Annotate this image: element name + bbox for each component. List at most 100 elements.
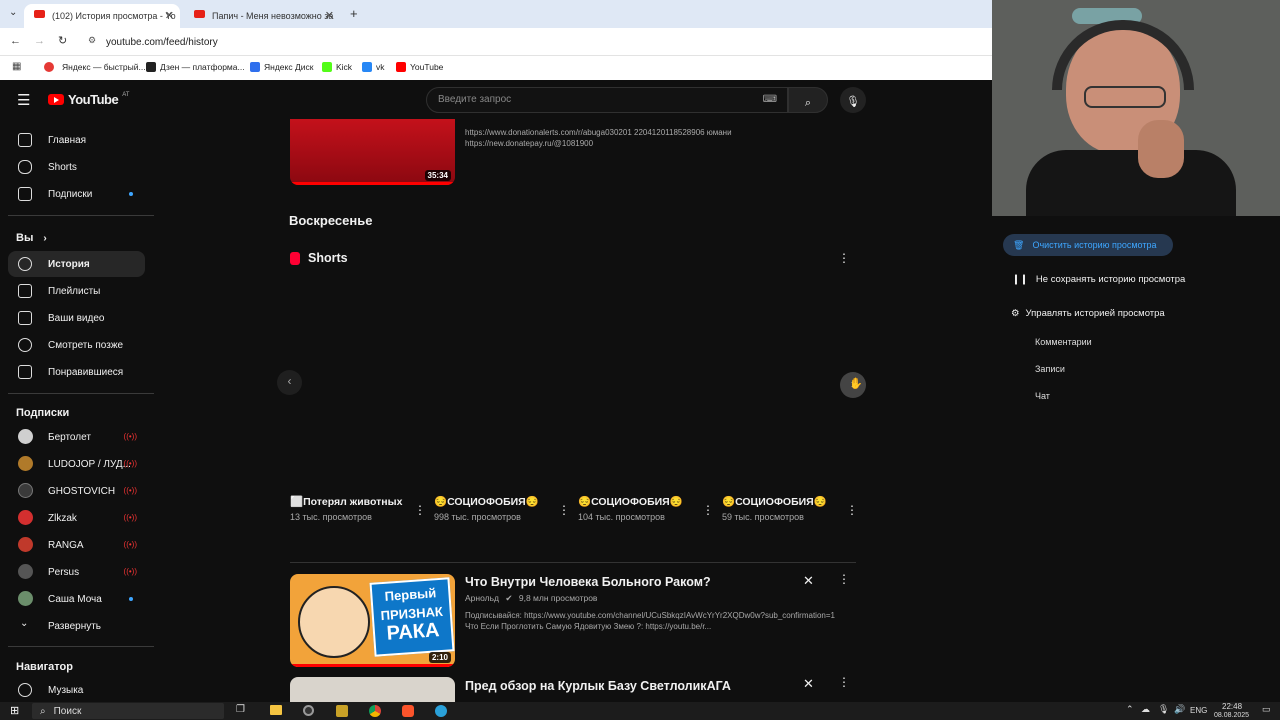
live-icon: ((•)) (123, 540, 137, 549)
shelf-prev-button[interactable]: ‹ (277, 370, 302, 395)
bookmark-label: YouTube (410, 62, 444, 72)
new-tab-button[interactable]: + (350, 6, 358, 21)
clock-date[interactable]: 08.08.2025 (1214, 712, 1249, 720)
url-field[interactable]: ⚙ youtube.com/feed/history (80, 31, 980, 53)
manage-history-button[interactable]: ⚙ Управлять историей просмотра (1011, 308, 1165, 319)
short-card[interactable]: 😔СОЦИОФОБИЯ😔 998 тыс. просмотров (434, 495, 570, 522)
sidebar-item-label: Главная (48, 134, 87, 146)
telegram-icon[interactable] (435, 705, 447, 717)
bookmark-label: vk (376, 62, 385, 72)
clock-time[interactable]: 22:48 (1222, 702, 1242, 711)
view-count: 9,8 млн просмотров (518, 593, 598, 603)
sidebar-item-label: Смотреть позже (48, 339, 124, 351)
site-info-icon[interactable]: ⚙ (88, 35, 96, 46)
history-link-comments[interactable]: Комментарии (1035, 337, 1092, 347)
section-divider (290, 562, 856, 563)
bookmark-kick[interactable]: Kick (322, 62, 352, 72)
sidebar-item-watch-later[interactable]: Смотреть позже (8, 332, 145, 358)
brave-icon[interactable] (402, 705, 414, 717)
notifications-icon[interactable]: ▭ (1262, 704, 1271, 715)
sidebar-item-your-videos[interactable]: Ваши видео (8, 305, 145, 331)
youtube-logo-icon (48, 94, 64, 105)
back-icon[interactable]: ← (10, 35, 21, 47)
tab-list-chevron-icon[interactable]: ⌄ (9, 7, 17, 18)
sidebar-expand-button[interactable]: ⌄ Развернуть (8, 613, 145, 639)
close-icon[interactable]: ✕ (325, 9, 334, 22)
windows-start-icon[interactable]: ⊞ (10, 704, 19, 717)
sidebar-item-subscriptions[interactable]: Подписки (8, 181, 145, 207)
sidebar-sub-ghostovich[interactable]: GHOSTOVICH ((•)) (8, 478, 145, 504)
youtube-logo-text: YouTube (68, 92, 119, 107)
sidebar-item-history[interactable]: История (8, 251, 145, 277)
search-icon: ⌕ (804, 97, 812, 109)
bookmark-yandex-disk[interactable]: Яндекс Диск (250, 62, 313, 72)
short-more-icon[interactable]: ⋮ (414, 504, 426, 516)
bookmark-vk[interactable]: vk (362, 62, 385, 72)
winamp-icon[interactable] (336, 705, 348, 717)
remove-from-history-icon[interactable]: ✕ (803, 676, 814, 692)
short-card[interactable]: ⬜Потерял животных 13 тыс. просмотров (290, 495, 426, 522)
volume-icon[interactable]: 🔊 (1174, 704, 1185, 715)
voice-search-button[interactable]: 🎙 (840, 87, 866, 113)
tab-history[interactable]: (102) История просмотра - Yo ✕ (24, 4, 180, 28)
sidebar-item-shorts[interactable]: Shorts (8, 154, 145, 180)
duration-badge: 35:34 (424, 170, 451, 181)
search-input[interactable]: Введите запрос ⌨ (426, 87, 788, 113)
history-link-posts[interactable]: Записи (1035, 364, 1065, 374)
avatar (18, 456, 33, 471)
sidebar-sub-bertolet[interactable]: Бертолет ((•)) (8, 424, 145, 450)
tab-papich[interactable]: Папич - Меня невозможно за ✕ (184, 4, 340, 28)
sidebar-you-header[interactable]: Вы › (8, 225, 145, 251)
watch-later-icon (18, 338, 32, 352)
video-more-icon[interactable]: ⋮ (838, 676, 850, 688)
history-link-chat[interactable]: Чат (1035, 391, 1050, 401)
obs-icon[interactable] (303, 705, 314, 716)
sidebar-item-playlists[interactable]: Плейлисты (8, 278, 145, 304)
pause-history-button[interactable]: ❙❙ Не сохранять историю просмотра (1012, 274, 1185, 285)
clear-history-button[interactable]: 🗑 Очистить историю просмотра (1003, 234, 1173, 256)
reload-icon[interactable]: ↻ (58, 34, 67, 47)
video-more-icon[interactable]: ⋮ (838, 573, 850, 585)
shorts-header: Shorts (290, 251, 348, 265)
remove-from-history-icon[interactable]: ✕ (803, 573, 814, 589)
short-more-icon[interactable]: ⋮ (558, 504, 570, 516)
file-explorer-icon[interactable] (270, 705, 282, 715)
sidebar-sub-sasha-mocha[interactable]: Саша Моча (8, 586, 145, 612)
close-icon[interactable]: ✕ (165, 9, 174, 22)
menu-icon[interactable]: ☰ (17, 91, 30, 109)
video-title[interactable]: Что Внутри Человека Больного Раком? (465, 575, 711, 589)
video-thumbnail[interactable] (290, 677, 455, 702)
youtube-logo[interactable]: YouTube AT (48, 92, 129, 107)
sidebar-sub-persus[interactable]: Persus ((•)) (8, 559, 145, 585)
sidebar-item-label: Подписки (48, 188, 93, 200)
tray-chevron-icon[interactable]: ⌃ (1126, 704, 1134, 715)
gear-icon: ⚙ (1011, 308, 1020, 319)
bookmark-yandex[interactable]: Яндекс — быстрый... (44, 62, 146, 72)
sidebar-sub-ludojop[interactable]: LUDOJOP / ЛУД... ((•)) (8, 451, 145, 477)
apps-grid-icon[interactable]: ▦ (12, 61, 21, 72)
bookmark-dzen[interactable]: Дзен — платформа... (146, 62, 245, 72)
short-card[interactable]: 😔СОЦИОФОБИЯ😔 104 тыс. просмотров (578, 495, 714, 522)
sidebar-item-home[interactable]: Главная (8, 127, 145, 153)
taskbar-search-field[interactable]: ⌕ Поиск (32, 703, 224, 719)
search-button[interactable]: ⌕ (788, 87, 828, 113)
sidebar-sub-zlkzak[interactable]: Zlkzak ((•)) (8, 505, 145, 531)
short-card[interactable]: 😔СОЦИОФОБИЯ😔 59 тыс. просмотров (722, 495, 858, 522)
sidebar-sub-ranga[interactable]: RANGA ((•)) (8, 532, 145, 558)
video-thumbnail[interactable]: 35:34 (290, 119, 455, 185)
video-title[interactable]: Пред обзор на Курлык Базу СветлоликАГА (465, 679, 731, 693)
video-thumbnail[interactable]: Первый признак РАКА 2:10 (290, 574, 455, 667)
short-more-icon[interactable]: ⋮ (846, 504, 858, 516)
task-view-icon[interactable]: ❐ (236, 704, 245, 715)
sidebar-item-liked[interactable]: Понравившиеся (8, 359, 145, 385)
chrome-icon[interactable] (369, 705, 381, 717)
history-options-panel: 🗑 Очистить историю просмотра ❙❙ Не сохра… (992, 216, 1280, 702)
language-indicator[interactable]: ENG (1190, 706, 1207, 715)
sidebar-item-music[interactable]: Музыка (8, 677, 145, 702)
keyboard-icon[interactable]: ⌨ (763, 94, 777, 105)
shelf-more-icon[interactable]: ⋮ (838, 252, 850, 264)
bookmark-youtube[interactable]: YouTube (396, 62, 443, 72)
short-more-icon[interactable]: ⋮ (702, 504, 714, 516)
channel-name[interactable]: Арнольд (465, 593, 499, 603)
forward-icon[interactable]: → (34, 35, 45, 47)
